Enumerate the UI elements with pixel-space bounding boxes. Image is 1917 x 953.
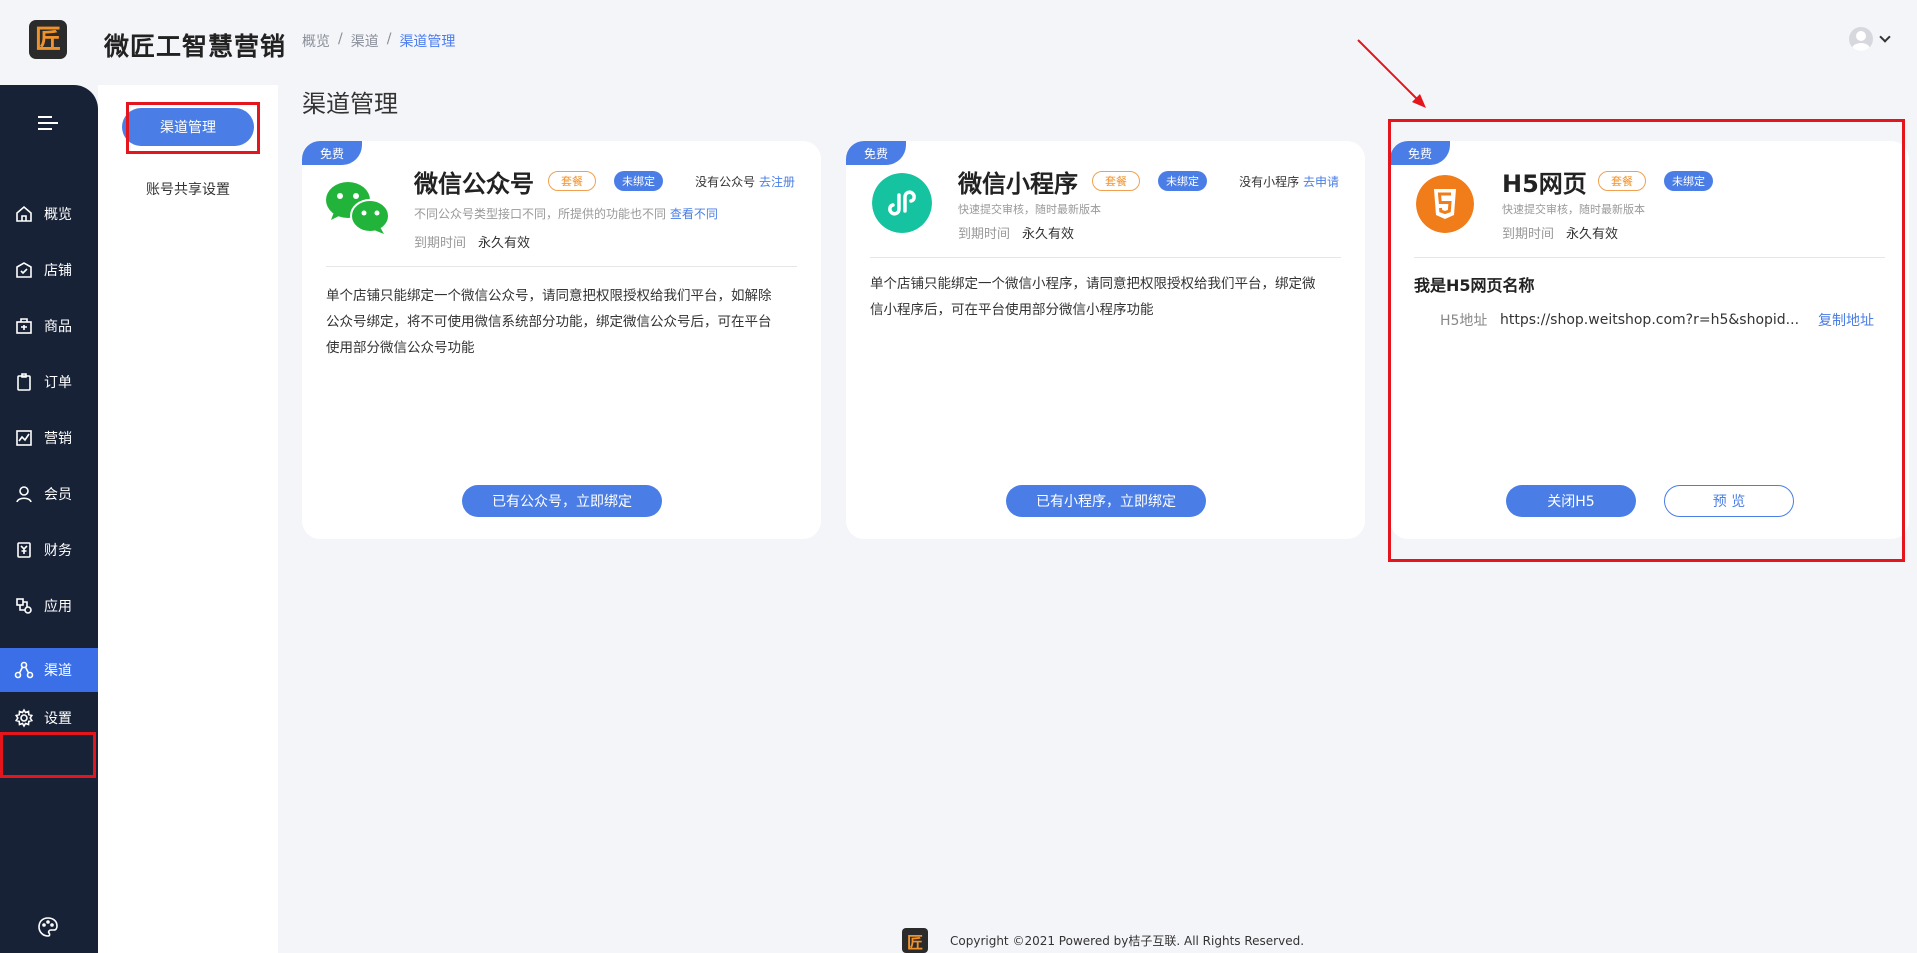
annotation-highlight-box	[0, 732, 96, 778]
annotation-arrow	[1357, 39, 1426, 108]
card-subtitle: 不同公众号类型接口不同，所提供的功能也不同 查看不同	[414, 205, 718, 222]
sidebar-item-member[interactable]: 会员	[0, 472, 98, 516]
register-link[interactable]: 去注册	[759, 175, 795, 189]
register-hint-text: 没有公众号	[695, 175, 756, 189]
user-menu[interactable]	[1849, 27, 1891, 51]
chevron-down-icon[interactable]	[1879, 30, 1891, 43]
menu-collapse-icon[interactable]	[38, 116, 58, 132]
description-line: 单个店铺只能绑定一个微信小程序，请同意把权限授权给我们平台，绑定微	[870, 276, 1316, 292]
expire-value: 永久有效	[478, 236, 531, 251]
sub-navigation: 渠道管理 账号共享设置	[98, 85, 278, 953]
expire-value: 永久有效	[1022, 227, 1075, 242]
sidebar-item-label: 应用	[44, 599, 72, 615]
member-icon	[16, 486, 32, 503]
bind-official-account-button[interactable]: 已有公众号，立即绑定	[462, 485, 662, 517]
apply-hint: 没有小程序 去申请	[1239, 173, 1339, 190]
sidebar-item-shop[interactable]: 店铺	[0, 248, 98, 292]
description-line: 单个店铺只能绑定一个微信公众号，请同意把权限授权给我们平台，如解除	[326, 288, 772, 304]
breadcrumb-channel[interactable]: 渠道	[351, 31, 379, 51]
avatar[interactable]	[1849, 27, 1873, 51]
sidebar-item-label: 设置	[44, 711, 72, 727]
expire-label: 到期时间	[414, 236, 467, 251]
sidebar-item-label: 商品	[44, 319, 72, 335]
plan-badge: 套餐	[548, 171, 596, 191]
channel-icon	[14, 661, 34, 679]
card-title: 微信公众号	[414, 170, 534, 198]
free-tag: 免费	[846, 141, 906, 165]
logo-glyph: 匠	[34, 24, 61, 55]
card-subtitle: 快速提交审核，随时最新版本	[958, 203, 1101, 216]
shop-icon	[16, 262, 32, 278]
sidebar-item-label: 财务	[44, 543, 72, 559]
expire-info: 到期时间 永久有效	[414, 232, 530, 251]
card-description: 单个店铺只能绑定一个微信公众号，请同意把权限授权给我们平台，如解除 公众号绑定，…	[326, 283, 797, 361]
annotation-highlight-box	[126, 102, 260, 154]
sidebar-item-label: 营销	[44, 431, 72, 447]
wechat-official-card: 免费 微信公众号 套餐 未绑定 没有公众号 去注册 不同公众号类型接口不同，所提…	[302, 141, 821, 539]
sidebar-item-label: 概览	[44, 207, 72, 223]
sidebar-item-label: 店铺	[44, 263, 72, 279]
sidebar-item-order[interactable]: 订单	[0, 360, 98, 404]
breadcrumb-overview[interactable]: 概览	[302, 31, 330, 51]
description-line: 公众号绑定，将不可使用微信系统部分功能，绑定微信公众号后，可在平台	[326, 314, 772, 330]
free-tag: 免费	[302, 141, 362, 165]
view-difference-link[interactable]: 查看不同	[670, 207, 718, 221]
finance-icon	[17, 542, 31, 558]
page-title: 渠道管理	[302, 90, 398, 118]
status-badge: 未绑定	[614, 171, 663, 191]
gear-icon	[14, 708, 34, 728]
sidebar-item-label: 订单	[44, 375, 72, 391]
app-title: 微匠工智慧营销	[104, 32, 287, 61]
app-logo: 匠	[29, 20, 67, 59]
home-icon	[16, 205, 32, 222]
expire-label: 到期时间	[958, 227, 1011, 242]
subnav-account-sharing[interactable]: 账号共享设置	[98, 179, 278, 199]
apps-icon	[16, 598, 32, 614]
breadcrumb-separator: /	[338, 31, 343, 47]
plan-badge: 套餐	[1092, 171, 1140, 191]
marketing-icon	[16, 430, 32, 446]
description-line: 使用部分微信公众号功能	[326, 340, 475, 356]
wechat-mini-program-card: 免费 微信小程序 套餐 未绑定 没有小程序 去申请 快速提交审核，随时最新版本 …	[846, 141, 1365, 539]
sidebar-item-label: 渠道	[44, 663, 72, 679]
divider	[870, 257, 1341, 258]
card-title: 微信小程序	[958, 170, 1078, 198]
expire-info: 到期时间 永久有效	[958, 223, 1074, 242]
sidebar-item-marketing[interactable]: 营销	[0, 416, 98, 460]
apply-link[interactable]: 去申请	[1303, 175, 1339, 189]
card-subtitle-text: 不同公众号类型接口不同，所提供的功能也不同	[414, 207, 667, 221]
palette-icon[interactable]	[37, 916, 59, 938]
goods-icon	[16, 318, 32, 334]
copyright-text: Copyright ©2021 Powered by桔子互联. All Righ…	[950, 934, 1305, 948]
card-description: 单个店铺只能绑定一个微信小程序，请同意把权限授权给我们平台，绑定微 信小程序后，…	[870, 271, 1341, 323]
status-badge: 未绑定	[1158, 171, 1207, 191]
sidebar-item-goods[interactable]: 商品	[0, 304, 98, 348]
sidebar-item-label: 会员	[44, 487, 72, 503]
divider	[326, 266, 797, 267]
breadcrumb-current: 渠道管理	[399, 34, 456, 50]
sidebar: 概览 店铺 商品 订单 营销 会员 财务 应用 渠道 设置	[0, 85, 98, 953]
breadcrumb-separator: /	[386, 31, 392, 47]
sidebar-item-apps[interactable]: 应用	[0, 584, 98, 628]
apply-hint-text: 没有小程序	[1239, 175, 1300, 189]
order-icon	[17, 373, 31, 391]
sidebar-item-channel[interactable]: 渠道	[0, 648, 98, 692]
bind-mini-program-button[interactable]: 已有小程序，立即绑定	[1006, 485, 1206, 517]
mini-program-icon	[872, 173, 932, 233]
description-line: 信小程序后，可在平台使用部分微信小程序功能	[870, 302, 1154, 318]
sidebar-item-overview[interactable]: 概览	[0, 192, 98, 236]
sidebar-item-finance[interactable]: 财务	[0, 528, 98, 572]
annotation-highlight-box	[1388, 119, 1905, 562]
footer: 匠 Copyright ©2021 Powered by桔子互联. All Ri…	[902, 928, 1304, 953]
footer-logo: 匠	[902, 928, 928, 953]
wechat-icon	[326, 182, 390, 234]
breadcrumb: 概览 / 渠道 / 渠道管理	[302, 31, 455, 51]
register-hint: 没有公众号 去注册	[695, 173, 795, 190]
